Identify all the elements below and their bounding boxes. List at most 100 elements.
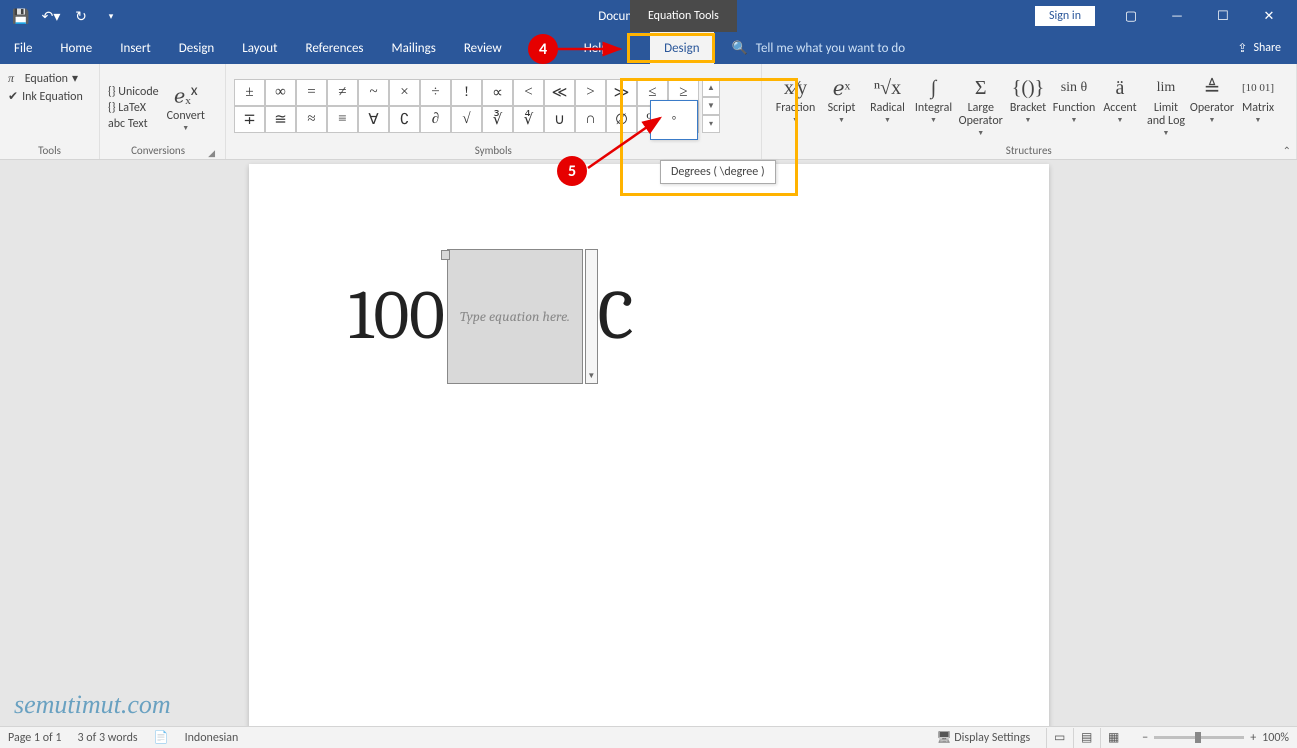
symbol-tilde[interactable]: ~	[358, 79, 389, 106]
text-before-equation: 100	[349, 277, 445, 356]
tab-references[interactable]: References	[292, 32, 378, 64]
symbol-qdrt[interactable]: ∜	[513, 106, 544, 133]
status-proofing-icon[interactable]: 📄	[154, 730, 169, 745]
share-button[interactable]: ⇪ Share	[1221, 32, 1297, 64]
view-read-mode[interactable]: ▭	[1046, 728, 1072, 748]
bracket-button[interactable]: {()}Bracket▼	[1006, 72, 1050, 137]
redo-button[interactable]: ↻	[68, 3, 94, 29]
group-tools: π Equation▾ ✔Ink Equation Tools	[0, 64, 100, 159]
status-page[interactable]: Page 1 of 1	[8, 731, 62, 745]
tell-me-search[interactable]: 🔍 Tell me what you want to do	[732, 32, 906, 64]
zoom-level[interactable]: 100%	[1262, 731, 1289, 745]
unicode-button[interactable]: {} Unicode	[108, 85, 159, 99]
equation-options-handle[interactable]: ▼	[585, 249, 598, 384]
symbol-complement[interactable]: ∁	[389, 106, 420, 133]
zoom-out-button[interactable]: −	[1142, 731, 1148, 745]
symbol-forall[interactable]: ∀	[358, 106, 389, 133]
symbol-proportional[interactable]: ∝	[482, 79, 513, 106]
minimize-button[interactable]: —	[1155, 0, 1199, 32]
view-print-layout[interactable]: ▤	[1073, 728, 1099, 748]
annotation-badge-4: 4	[528, 34, 558, 64]
symbol-greater-than[interactable]: >	[575, 79, 606, 106]
symbol-divide[interactable]: ÷	[420, 79, 451, 106]
group-tools-label: Tools	[8, 144, 91, 159]
view-web-layout[interactable]: ▦	[1100, 728, 1126, 748]
equation-button[interactable]: π Equation▾	[8, 71, 91, 86]
tab-insert[interactable]: Insert	[106, 32, 165, 64]
annotation-tooltip-degrees: Degrees ( \degree )	[660, 160, 776, 184]
accent-button[interactable]: äAccent▼	[1098, 72, 1142, 137]
sigma-icon: Σ	[975, 74, 987, 102]
zoom-control: − + 100%	[1142, 731, 1289, 745]
close-button[interactable]: ✕	[1247, 0, 1291, 32]
text-button[interactable]: abc Text	[108, 117, 159, 131]
ink-equation-button[interactable]: ✔Ink Equation	[8, 89, 91, 104]
symbol-times[interactable]: ×	[389, 79, 420, 106]
symbol-much-greater[interactable]: ≫	[606, 79, 637, 106]
symbol-minus-plus[interactable]: ∓	[234, 106, 265, 133]
undo-button[interactable]: ↶▾	[38, 3, 64, 29]
symbol-not-equals[interactable]: ≠	[327, 79, 358, 106]
equation-placeholder: Type equation here.	[460, 308, 570, 325]
maximize-button[interactable]: ☐	[1201, 0, 1245, 32]
display-settings-button[interactable]: 🖥 Display Settings	[936, 730, 1030, 745]
group-structures-label: Structures	[770, 144, 1289, 159]
document-area[interactable]: 100 Type equation here. ▼ C semutimut.co…	[0, 160, 1297, 726]
symbols-expand[interactable]: ▾	[702, 115, 720, 133]
annotation-arrow-5	[586, 110, 666, 172]
radical-button[interactable]: ⁿ√xRadical▼	[866, 72, 910, 137]
zoom-slider[interactable]	[1154, 736, 1244, 739]
symbol-identical[interactable]: ≡	[327, 106, 358, 133]
symbol-infinity[interactable]: ∞	[265, 79, 296, 106]
operator-button[interactable]: ≜Operator▼	[1190, 72, 1234, 137]
symbol-approx[interactable]: ≈	[296, 106, 327, 133]
tab-equation-design[interactable]: Design	[650, 32, 713, 64]
symbol-equals[interactable]: =	[296, 79, 327, 106]
symbol-less-than[interactable]: <	[513, 79, 544, 106]
fraction-button[interactable]: x⁄yFraction▼	[774, 72, 818, 137]
matrix-button[interactable]: [10 01]Matrix▼	[1236, 72, 1280, 137]
symbols-scroll-down[interactable]: ▼	[702, 97, 720, 115]
ribbon-display-options[interactable]: ▢	[1109, 0, 1153, 32]
limit-log-button[interactable]: limLimit and Log▼	[1144, 72, 1188, 137]
symbol-cbrt[interactable]: ∛	[482, 106, 513, 133]
integral-button[interactable]: ∫Integral▼	[912, 72, 956, 137]
tab-home[interactable]: Home	[46, 32, 106, 64]
collapse-ribbon-button[interactable]: ⌃	[1283, 144, 1291, 157]
tab-file[interactable]: File	[0, 32, 46, 64]
sign-in-button[interactable]: Sign in	[1035, 6, 1095, 26]
qat-customize[interactable]: ▾	[98, 3, 124, 29]
search-icon: 🔍	[732, 41, 748, 56]
symbol-congruent[interactable]: ≅	[265, 106, 296, 133]
convert-button[interactable]: ℯₓx Convert ▼	[163, 78, 209, 133]
annotation-arrow-4	[556, 40, 628, 58]
symbols-row-1: ± ∞ = ≠ ~ × ÷ ! ∝ < ≪ > ≫ ≤ ≥	[234, 79, 699, 106]
symbols-scroll-up[interactable]: ▲	[702, 79, 720, 97]
zoom-in-button[interactable]: +	[1250, 731, 1256, 745]
tab-review[interactable]: Review	[450, 32, 516, 64]
symbol-partial[interactable]: ∂	[420, 106, 451, 133]
page[interactable]: 100 Type equation here. ▼ C	[249, 164, 1049, 726]
symbol-factorial[interactable]: !	[451, 79, 482, 106]
symbol-plus-minus[interactable]: ±	[234, 79, 265, 106]
symbol-union[interactable]: ∪	[544, 106, 575, 133]
script-button[interactable]: ℯˣScript▼	[820, 72, 864, 137]
conversions-launcher[interactable]: ◢	[208, 148, 217, 159]
latex-button[interactable]: {} LaTeX	[108, 101, 159, 115]
script-icon: ℯˣ	[833, 74, 851, 102]
tab-layout[interactable]: Layout	[228, 32, 291, 64]
symbols-gallery-spinner[interactable]: ▲ ▼ ▾	[702, 79, 720, 133]
group-conversions-label: Conversions	[108, 144, 208, 159]
status-language[interactable]: Indonesian	[185, 731, 239, 745]
group-structures: x⁄yFraction▼ ℯˣScript▼ ⁿ√xRadical▼ ∫Inte…	[762, 64, 1297, 159]
symbol-sqrt[interactable]: √	[451, 106, 482, 133]
status-words[interactable]: 3 of 3 words	[78, 731, 138, 745]
equation-editor-box[interactable]: Type equation here.	[447, 249, 583, 384]
large-operator-button[interactable]: ΣLarge Operator▼	[958, 72, 1005, 137]
function-button[interactable]: sin θFunction▼	[1052, 72, 1096, 137]
equation-line: 100 Type equation here. ▼ C	[349, 249, 634, 384]
symbol-much-less[interactable]: ≪	[544, 79, 575, 106]
save-button[interactable]: 💾	[8, 3, 34, 29]
tab-mailings[interactable]: Mailings	[378, 32, 450, 64]
tab-design[interactable]: Design	[165, 32, 228, 64]
